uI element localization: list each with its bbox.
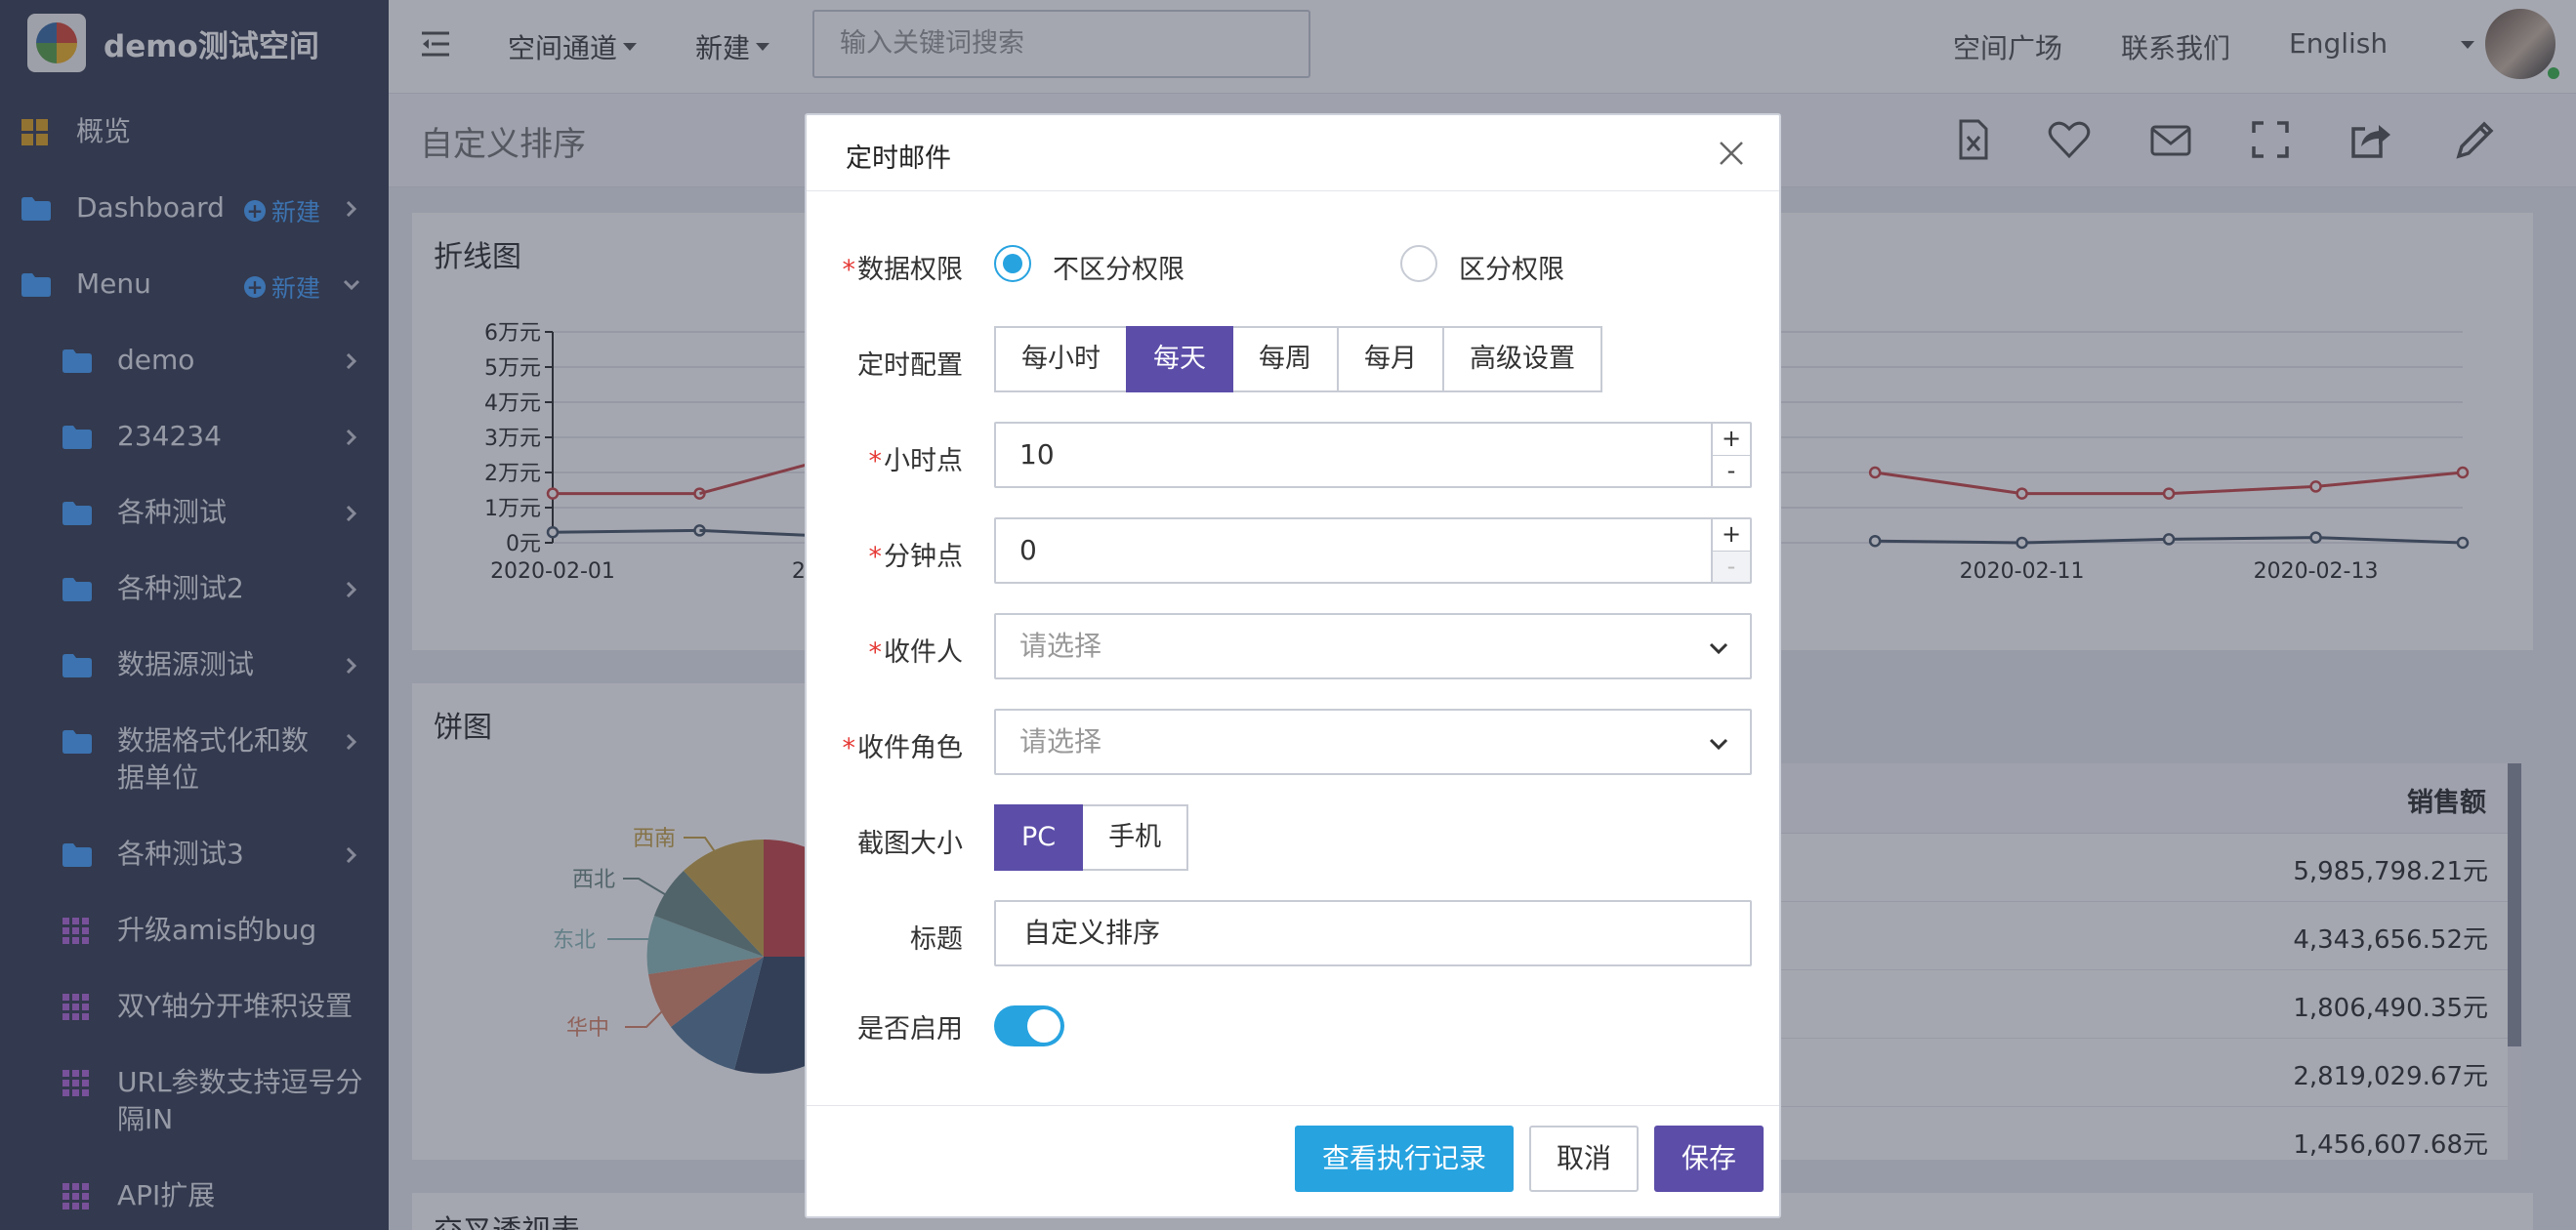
minute-row: *分钟点 0 + - xyxy=(807,517,1783,584)
chevron-down-icon xyxy=(1709,642,1728,655)
label-text: 数据权限 xyxy=(857,255,963,285)
schedule-weekly-button[interactable]: 每周 xyxy=(1231,326,1339,392)
minute-stepper: + - xyxy=(1711,519,1750,582)
schedule-monthly-button[interactable]: 每月 xyxy=(1337,326,1444,392)
label-text: 小时点 xyxy=(884,446,963,476)
dialog-footer: 查看执行记录 取消 保存 xyxy=(807,1105,1779,1216)
permission-row: *数据权限 不区分权限 区分权限 xyxy=(807,230,1783,297)
required-mark: * xyxy=(842,255,856,285)
hour-row: *小时点 10 + - xyxy=(807,422,1783,488)
enabled-label: 是否启用 xyxy=(857,1014,963,1045)
roles-select[interactable]: 请选择 xyxy=(994,709,1752,775)
schedule-row: 定时配置 每小时 每天 每周 每月 高级设置 xyxy=(807,326,1783,392)
minute-input[interactable]: 0 + - xyxy=(994,517,1752,584)
schedule-label: 定时配置 xyxy=(857,350,963,381)
screenshot-pc-button[interactable]: PC xyxy=(994,804,1084,871)
view-history-button[interactable]: 查看执行记录 xyxy=(1295,1126,1515,1192)
cancel-button[interactable]: 取消 xyxy=(1529,1126,1640,1192)
permission-label: *数据权限 xyxy=(843,248,964,286)
increment-button[interactable]: + xyxy=(1713,424,1750,455)
schedule-daily-button[interactable]: 每天 xyxy=(1126,326,1233,392)
radio-label[interactable]: 不区分权限 xyxy=(1053,248,1184,286)
schedule-hourly-button[interactable]: 每小时 xyxy=(994,326,1128,392)
screenshot-size-row: 截图大小 PC 手机 xyxy=(807,804,1783,871)
dialog-title: 定时邮件 xyxy=(846,144,951,174)
required-mark: * xyxy=(868,637,883,668)
schedule-advanced-button[interactable]: 高级设置 xyxy=(1442,326,1602,392)
decrement-button[interactable]: - xyxy=(1713,455,1750,486)
dialog-header: 定时邮件 xyxy=(807,115,1779,191)
label-text: 收件角色 xyxy=(857,733,963,763)
screenshot-size-label: 截图大小 xyxy=(857,829,963,859)
title-row: 标题 自定义排序 xyxy=(807,900,1783,966)
title-label: 标题 xyxy=(910,924,963,955)
radio-label[interactable]: 区分权限 xyxy=(1459,248,1564,286)
recipients-select[interactable]: 请选择 xyxy=(994,613,1752,679)
save-button[interactable]: 保存 xyxy=(1654,1126,1765,1192)
title-input[interactable]: 自定义排序 xyxy=(994,900,1752,966)
recipients-label: *收件人 xyxy=(869,631,964,669)
enabled-switch[interactable] xyxy=(994,1005,1064,1046)
required-mark: * xyxy=(868,542,883,572)
required-mark: * xyxy=(842,733,856,763)
roles-row: *收件角色 请选择 xyxy=(807,709,1783,775)
label-text: 收件人 xyxy=(884,637,963,668)
roles-placeholder: 请选择 xyxy=(1019,725,1102,758)
screenshot-mobile-button[interactable]: 手机 xyxy=(1081,804,1189,871)
hour-value: 10 xyxy=(1019,438,1055,471)
recipients-placeholder: 请选择 xyxy=(1019,630,1102,662)
roles-label: *收件角色 xyxy=(843,726,964,764)
close-icon[interactable] xyxy=(1719,141,1744,166)
recipients-row: *收件人 请选择 xyxy=(807,613,1783,679)
increment-button[interactable]: + xyxy=(1713,519,1750,551)
hour-stepper: + - xyxy=(1711,424,1750,486)
minute-label: *分钟点 xyxy=(869,535,964,573)
decrement-button[interactable]: - xyxy=(1713,551,1750,582)
radio-permission[interactable] xyxy=(1400,245,1437,282)
title-value: 自定义排序 xyxy=(1023,917,1161,949)
required-mark: * xyxy=(868,446,883,476)
enabled-row: 是否启用 xyxy=(807,990,1783,1056)
screenshot-size-group: PC 手机 xyxy=(994,804,1189,871)
hour-label: *小时点 xyxy=(869,439,964,477)
label-text: 分钟点 xyxy=(884,542,963,572)
scheduled-email-dialog: 定时邮件 *数据权限 不区分权限 区分权限 定时配置 每小时 每天 每周 每月 … xyxy=(805,113,1781,1218)
minute-value: 0 xyxy=(1019,534,1037,566)
hour-input[interactable]: 10 + - xyxy=(994,422,1752,488)
schedule-button-group: 每小时 每天 每周 每月 高级设置 xyxy=(994,326,1602,392)
chevron-down-icon xyxy=(1709,738,1728,751)
radio-no-permission[interactable] xyxy=(994,245,1031,282)
